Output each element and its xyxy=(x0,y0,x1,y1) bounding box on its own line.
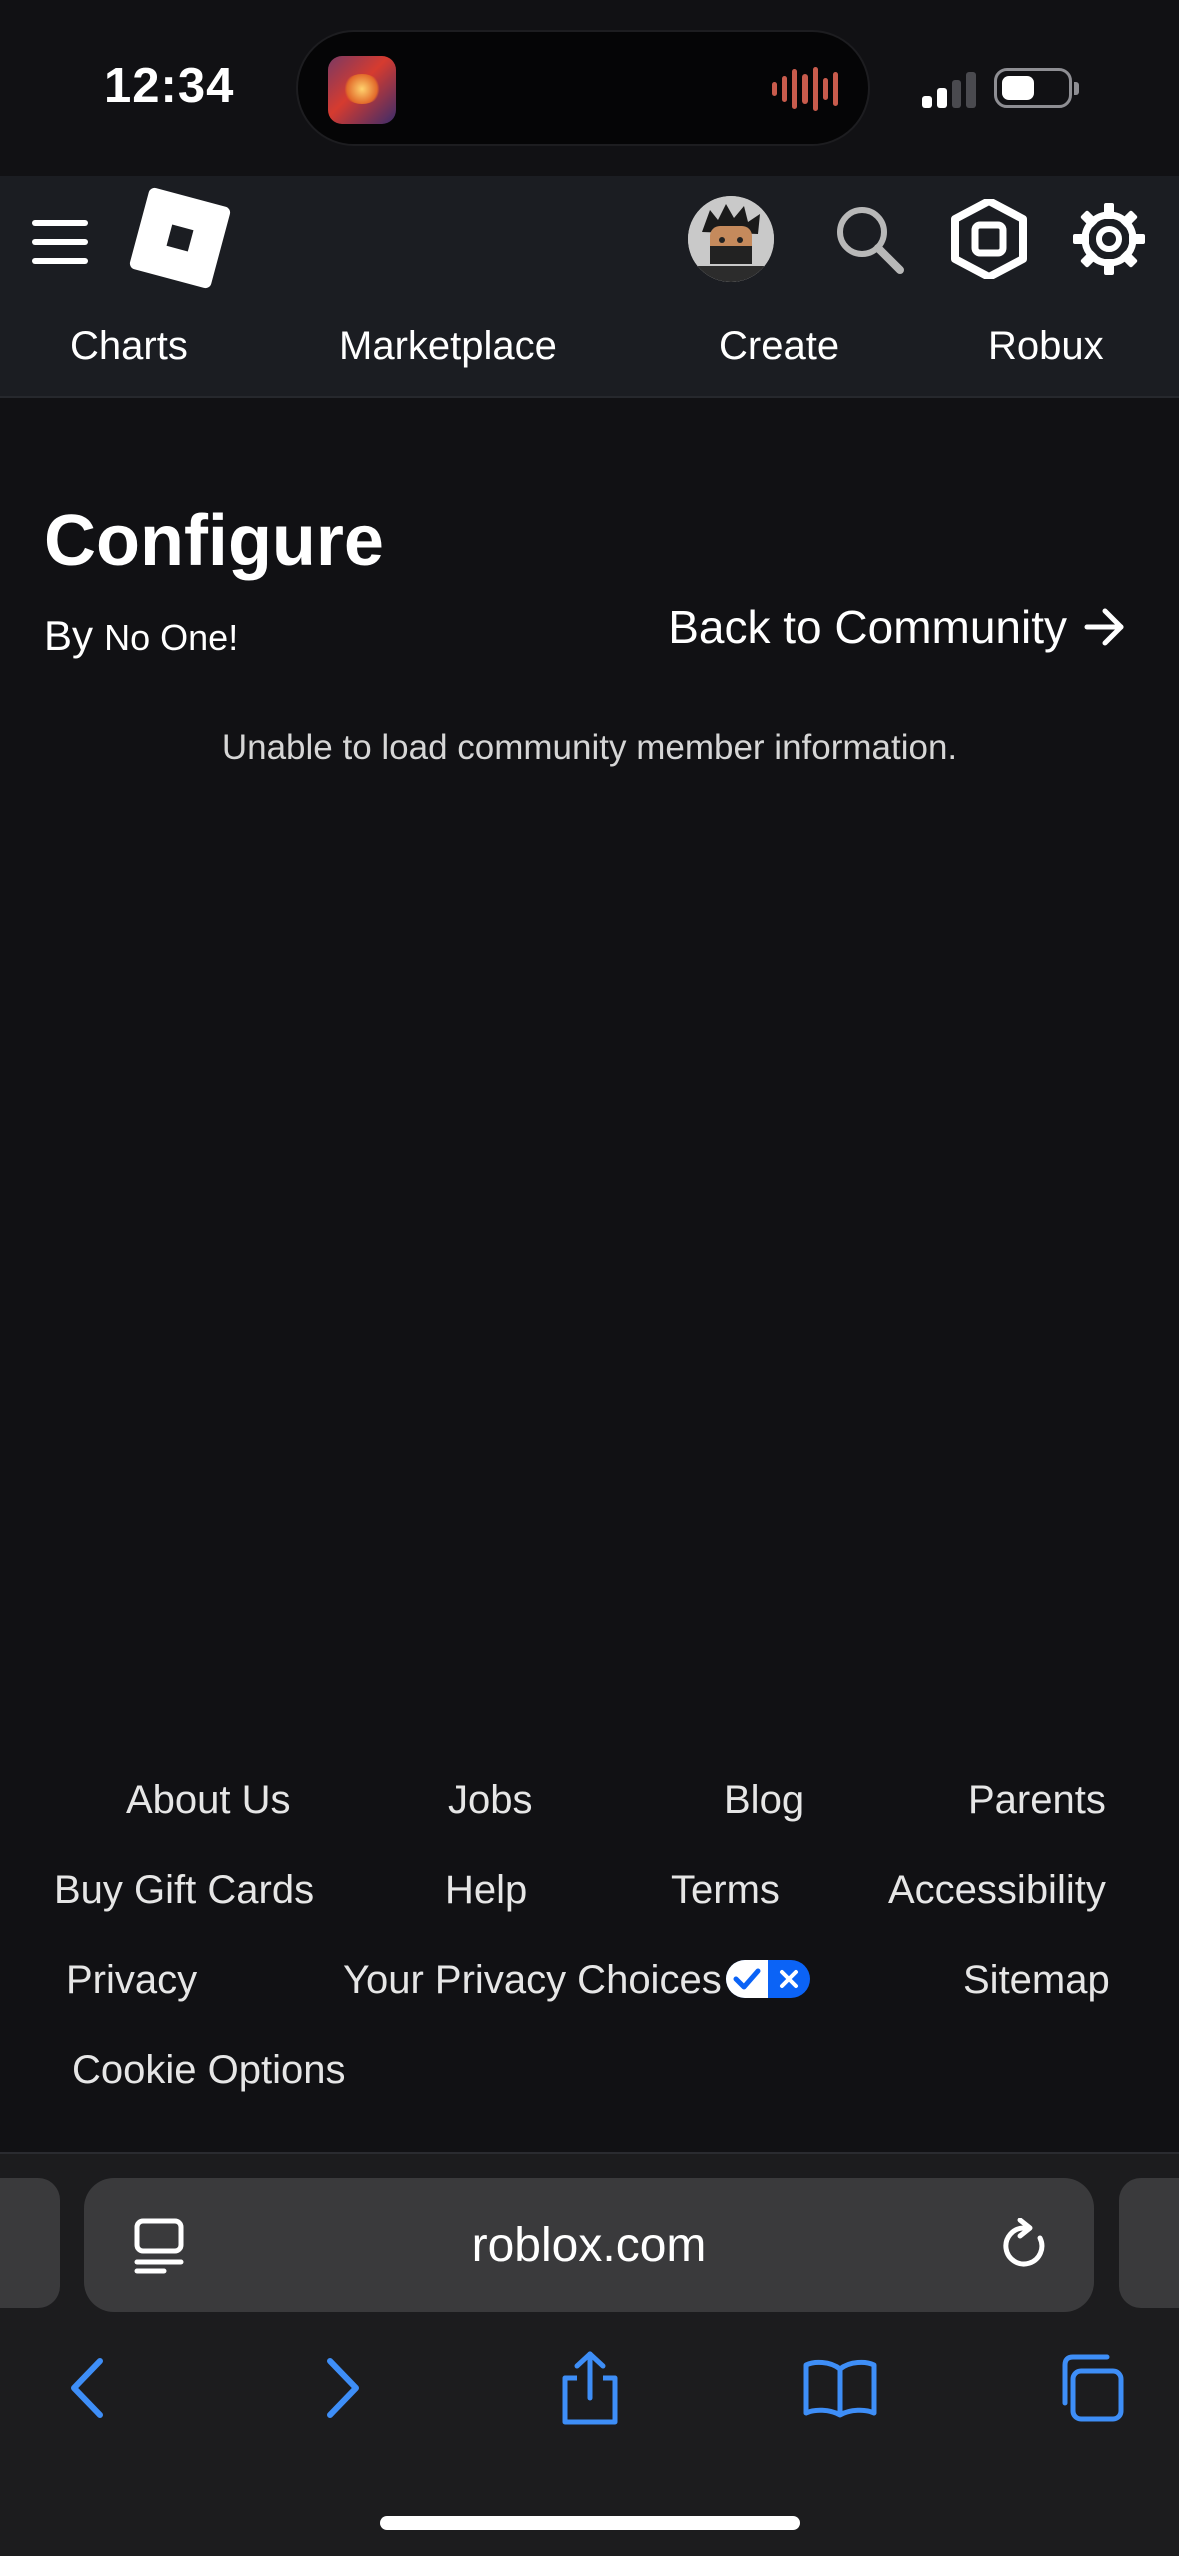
tab-charts[interactable]: Charts xyxy=(70,324,188,369)
roblox-logo[interactable] xyxy=(128,186,232,290)
now-playing-artwork xyxy=(328,56,396,124)
status-time: 12:34 xyxy=(104,59,235,113)
footer-link-privacy-choices[interactable]: Your Privacy Choices xyxy=(343,1958,810,2003)
back-icon[interactable] xyxy=(48,2348,128,2428)
back-to-community-link[interactable]: Back to Community xyxy=(668,600,1127,654)
forward-icon[interactable] xyxy=(302,2348,382,2428)
previous-tab-preview[interactable] xyxy=(0,2178,60,2308)
owner-line: By No One! xyxy=(44,612,238,660)
browser-toolbar: roblox.com xyxy=(0,2154,1179,2556)
arrow-right-icon xyxy=(1084,608,1124,646)
footer-link-accessibility[interactable]: Accessibility xyxy=(888,1868,1106,1913)
nav-tabs: Charts Marketplace Create Robux xyxy=(0,324,1179,386)
footer-link-about-us[interactable]: About Us xyxy=(126,1778,291,1823)
cellular-signal-icon xyxy=(922,70,976,108)
tab-marketplace[interactable]: Marketplace xyxy=(339,324,557,369)
share-icon[interactable] xyxy=(550,2348,630,2428)
next-tab-preview[interactable] xyxy=(1119,2178,1179,2308)
footer-link-help[interactable]: Help xyxy=(445,1868,527,1913)
footer-link-buy-gift-cards[interactable]: Buy Gift Cards xyxy=(54,1868,314,1913)
battery-icon xyxy=(994,68,1079,108)
robux-icon[interactable] xyxy=(946,196,1032,282)
home-indicator[interactable] xyxy=(380,2516,800,2530)
reload-icon[interactable] xyxy=(1000,2217,1052,2279)
status-bar: 12:34 xyxy=(0,0,1179,176)
tab-robux[interactable]: Robux xyxy=(988,324,1104,369)
privacy-choices-icon xyxy=(725,1960,810,1999)
owner-name: No One! xyxy=(104,617,239,658)
site-header: Charts Marketplace Create Robux xyxy=(0,176,1179,398)
dynamic-island[interactable] xyxy=(296,30,870,146)
url-text: roblox.com xyxy=(471,2219,707,2272)
footer-link-privacy[interactable]: Privacy xyxy=(66,1958,197,2003)
page: 12:34 Charts Marketplace Create Robux Co… xyxy=(0,0,1179,2556)
gear-icon[interactable] xyxy=(1066,196,1152,282)
menu-icon[interactable] xyxy=(32,220,88,264)
footer-link-blog[interactable]: Blog xyxy=(724,1778,804,1823)
tabs-icon[interactable] xyxy=(1050,2348,1130,2428)
owner-prefix: By xyxy=(44,612,94,659)
footer-link-parents[interactable]: Parents xyxy=(968,1778,1106,1823)
search-icon[interactable] xyxy=(826,196,912,282)
page-title: Configure xyxy=(44,501,384,581)
footer-link-terms[interactable]: Terms xyxy=(671,1868,780,1913)
avatar[interactable] xyxy=(688,196,774,282)
audio-waveform-icon xyxy=(772,66,838,112)
error-message: Unable to load community member informat… xyxy=(221,728,958,767)
footer-link-sitemap[interactable]: Sitemap xyxy=(963,1958,1110,2003)
footer-link-cookie-options[interactable]: Cookie Options xyxy=(72,2048,345,2093)
tab-create[interactable]: Create xyxy=(719,324,839,369)
back-link-label: Back to Community xyxy=(668,601,1067,653)
bookmarks-icon[interactable] xyxy=(800,2348,880,2428)
address-bar[interactable]: roblox.com xyxy=(84,2178,1094,2312)
footer-link-jobs[interactable]: Jobs xyxy=(448,1778,533,1823)
privacy-choices-label: Your Privacy Choices xyxy=(343,1958,722,2002)
